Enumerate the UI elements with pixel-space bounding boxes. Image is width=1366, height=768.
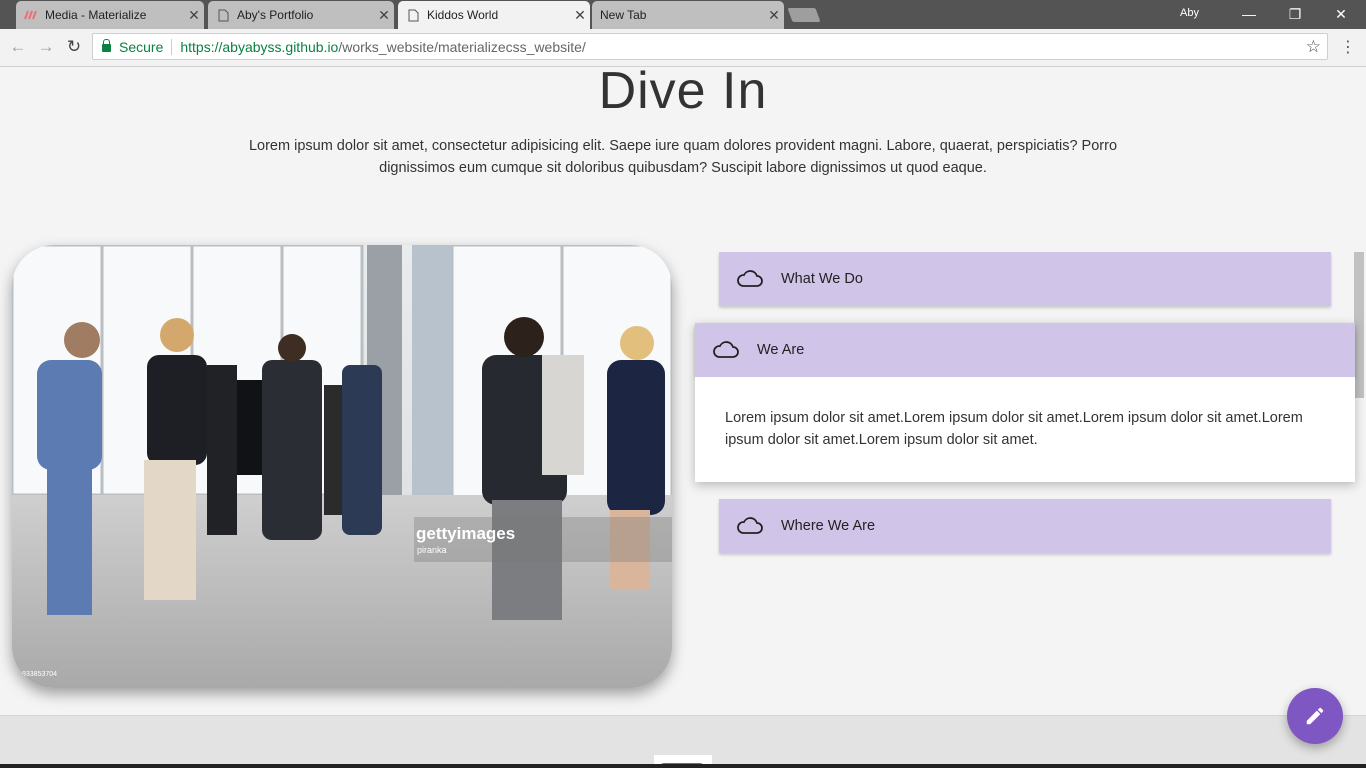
collapsible-item-where-we-are[interactable]: Where We Are	[719, 499, 1331, 553]
collapsible-label: We Are	[757, 342, 805, 358]
lock-icon	[102, 38, 111, 52]
cloud-icon	[737, 270, 763, 287]
close-icon[interactable]: ✕	[764, 7, 784, 24]
minimize-icon[interactable]: —	[1226, 3, 1272, 25]
tab-new-tab[interactable]: New Tab ✕	[592, 1, 784, 29]
collapsible-item-what-we-do[interactable]: What We Do	[719, 252, 1331, 306]
browser-menu-icon[interactable]: ⋮	[1340, 37, 1356, 57]
tab-media-materialize[interactable]: Media - Materialize ✕	[16, 1, 204, 29]
photo-credit: piranka	[417, 545, 447, 555]
next-section-strip	[0, 715, 1366, 768]
restore-icon[interactable]: ❐	[1272, 3, 1318, 25]
photo-id: 933853704	[22, 671, 57, 678]
tab-title: New Tab	[600, 8, 647, 22]
tab-title: Aby's Portfolio	[237, 8, 314, 22]
collapsible-header[interactable]: Where We Are	[719, 499, 1331, 553]
cloud-icon	[737, 517, 763, 534]
collapsible-label: Where We Are	[781, 518, 876, 534]
browser-toolbar: ← → ↻ Secure https://abyabyss.github.io …	[0, 29, 1366, 67]
collapsible-item-we-are[interactable]: We Are Lorem ipsum dolor sit amet.Lorem …	[695, 323, 1355, 482]
close-window-icon[interactable]: ✕	[1318, 3, 1364, 25]
back-icon[interactable]: ←	[8, 37, 28, 57]
collapsible-body: Lorem ipsum dolor sit amet.Lorem ipsum d…	[695, 377, 1355, 482]
forward-icon[interactable]: →	[36, 37, 56, 57]
page-icon	[406, 8, 420, 22]
materialize-icon	[24, 8, 38, 22]
cloud-icon	[713, 341, 739, 358]
tab-kiddos-world[interactable]: Kiddos World ✕	[398, 1, 590, 29]
url-host: https://abyabyss.github.io	[180, 38, 339, 55]
collapsible-header[interactable]: We Are	[695, 323, 1355, 377]
url-path: /works_website/materializecss_website/	[338, 38, 586, 55]
profile-name[interactable]: Aby	[1180, 7, 1199, 19]
collapsible-label: What We Do	[781, 271, 863, 287]
close-icon[interactable]: ✕	[184, 7, 204, 24]
page-title: Dive In	[598, 67, 768, 120]
pencil-icon	[1306, 707, 1324, 725]
secure-label: Secure	[119, 38, 164, 55]
collapsible-body-text: Lorem ipsum dolor sit amet.Lorem ipsum d…	[725, 410, 1303, 448]
page-content: Dive In Lorem ipsum dolor sit amet, cons…	[0, 67, 1366, 768]
taskbar-edge	[0, 764, 1366, 768]
edit-fab-button[interactable]	[1287, 688, 1343, 744]
new-tab-button[interactable]	[787, 8, 821, 22]
getty-watermark: gettyimages	[416, 524, 515, 543]
divider	[171, 38, 173, 55]
tab-title: Kiddos World	[427, 8, 499, 22]
close-icon[interactable]: ✕	[570, 7, 590, 24]
intro-paragraph: Lorem ipsum dolor sit amet, consectetur …	[248, 138, 1118, 176]
business-people-photo: gettyimages piranka 933853704	[12, 245, 672, 688]
close-icon[interactable]: ✕	[374, 7, 394, 24]
reload-icon[interactable]: ↻	[64, 37, 84, 57]
browser-tab-bar: Media - Materialize ✕ Aby's Portfolio ✕ …	[0, 0, 1366, 29]
tab-abys-portfolio[interactable]: Aby's Portfolio ✕	[208, 1, 394, 29]
collapsible-header[interactable]: What We Do	[719, 252, 1331, 306]
bookmark-star-icon[interactable]: ☆	[1306, 37, 1321, 57]
scrollbar[interactable]	[1354, 252, 1364, 398]
page-icon	[216, 8, 230, 22]
address-bar[interactable]: Secure https://abyabyss.github.io /works…	[92, 33, 1328, 60]
tab-title: Media - Materialize	[45, 8, 147, 22]
